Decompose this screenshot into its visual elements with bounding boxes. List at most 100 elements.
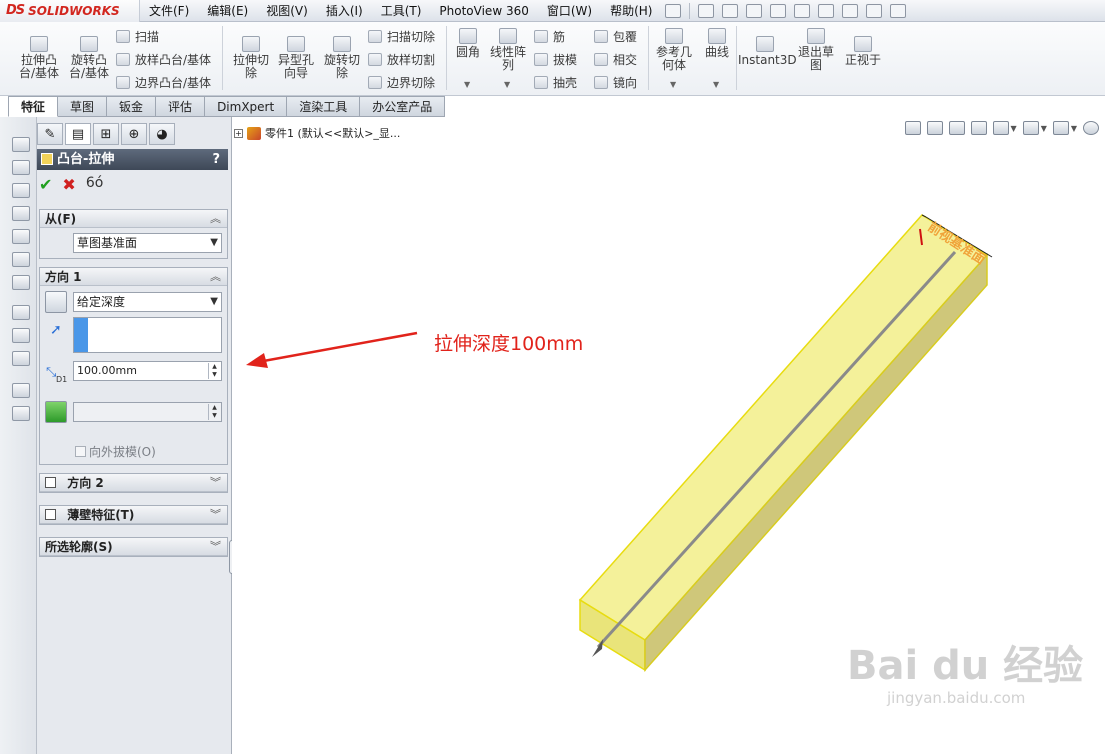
house-icon[interactable]: [12, 275, 30, 290]
loft-cut-button[interactable]: 放样切割: [368, 51, 435, 68]
open-icon[interactable]: [722, 3, 739, 18]
direction-reference-box[interactable]: [73, 317, 222, 353]
end-condition-value: 给定深度: [77, 295, 126, 309]
solidworks-logo[interactable]: DS SOLIDWORKS: [0, 0, 140, 22]
direction2-checkbox[interactable]: [45, 477, 56, 488]
direction1-group-header[interactable]: 方向 1 ︽: [40, 268, 227, 286]
spin-buttons-icon[interactable]: ▲ ▼: [208, 363, 220, 379]
feature-manager-tab-icon[interactable]: ✎: [37, 123, 63, 145]
rib-button[interactable]: 筋: [534, 28, 565, 45]
pin-icon[interactable]: [665, 3, 682, 18]
menu-photoview[interactable]: PhotoView 360: [430, 0, 537, 22]
sweep-button[interactable]: 扫描: [116, 28, 159, 45]
loft-boss-button[interactable]: 放样凸台/基体: [116, 51, 211, 68]
collapse-chevron-icon[interactable]: ︽: [210, 210, 221, 228]
options-icon[interactable]: [890, 3, 907, 18]
menu-tools[interactable]: 工具(T): [372, 0, 431, 22]
revolve-cut-button[interactable]: 旋转切除: [322, 36, 362, 80]
menu-edit[interactable]: 编辑(E): [198, 0, 257, 22]
menu-help[interactable]: 帮助(H): [601, 0, 661, 22]
selected-contours-group-title: 所选轮廓(S): [45, 540, 113, 554]
extrude-boss-button[interactable]: 拉伸凸台/基体: [16, 36, 62, 80]
detailed-preview-icon[interactable]: 6ó: [86, 175, 103, 194]
revolve-boss-button[interactable]: 旋转凸台/基体: [66, 36, 112, 80]
dimxpert-manager-tab-icon[interactable]: ⊕: [121, 123, 147, 145]
normal-to-button[interactable]: 正视于: [842, 36, 884, 67]
file-properties-icon[interactable]: [866, 3, 883, 18]
curves-dropdown-icon[interactable]: ▼: [713, 80, 719, 89]
draft-button[interactable]: 拔模: [534, 51, 577, 68]
instant3d-label: Instant3D: [738, 53, 797, 67]
cancel-x-icon[interactable]: ✖: [62, 175, 75, 194]
reverse-direction-icon[interactable]: [45, 291, 67, 313]
menu-window[interactable]: 窗口(W): [538, 0, 601, 22]
from-group-header[interactable]: 从(F) ︽: [40, 210, 227, 228]
undo-icon[interactable]: [794, 3, 811, 18]
wrap-button[interactable]: 包覆: [594, 28, 637, 45]
depth-label: D1: [56, 375, 68, 384]
select-icon[interactable]: [818, 3, 835, 18]
boundary-cut-button[interactable]: 边界切除: [368, 74, 435, 91]
reference-geometry-dropdown-icon[interactable]: ▼: [670, 80, 676, 89]
fillet-button[interactable]: 圆角: [452, 28, 484, 59]
tab-render-tools[interactable]: 渲染工具: [287, 96, 361, 117]
extrude-cut-button[interactable]: 拉伸切除: [230, 36, 272, 80]
help-button[interactable]: ?: [212, 149, 220, 170]
ok-check-icon[interactable]: ✔: [39, 175, 52, 194]
expand-chevron-icon[interactable]: ︾: [210, 474, 221, 492]
display-manager-tab-icon[interactable]: ◕: [149, 123, 175, 145]
feature-title: 凸台-拉伸: [57, 152, 115, 167]
box-icon[interactable]: [12, 206, 30, 221]
mirror-button[interactable]: 镜向: [594, 74, 637, 91]
expand-chevron-icon[interactable]: ︾: [210, 506, 221, 524]
sketch-icon[interactable]: [12, 305, 30, 320]
smart-dimension-icon[interactable]: [12, 328, 30, 343]
paste-icon[interactable]: [12, 406, 30, 421]
sweep-cut-button[interactable]: 扫描切除: [368, 28, 435, 45]
menu-view[interactable]: 视图(V): [257, 0, 317, 22]
intersect-button[interactable]: 相交: [594, 51, 637, 68]
property-manager-tab-icon[interactable]: ▤: [65, 123, 91, 145]
tab-office-products[interactable]: 办公室产品: [360, 96, 446, 117]
relations-icon[interactable]: [12, 351, 30, 366]
exit-sketch-button[interactable]: 退出草图: [796, 28, 836, 72]
instant3d-button[interactable]: Instant3D: [738, 36, 797, 67]
box-icon[interactable]: [12, 160, 30, 175]
box-icon[interactable]: [12, 229, 30, 244]
reference-geometry-button[interactable]: 参考几何体: [654, 28, 694, 72]
copy-icon[interactable]: [12, 383, 30, 398]
expand-chevron-icon[interactable]: ︾: [210, 538, 221, 556]
boundary-boss-button[interactable]: 边界凸台/基体: [116, 74, 211, 91]
new-document-icon[interactable]: [698, 3, 715, 18]
save-icon[interactable]: [746, 3, 763, 18]
thin-feature-group-header[interactable]: 薄壁特征(T) ︾: [40, 506, 227, 524]
tab-dimxpert[interactable]: DimXpert: [205, 96, 288, 117]
tab-sketch[interactable]: 草图: [58, 96, 108, 117]
start-condition-select[interactable]: 草图基准面 ▼: [73, 233, 222, 253]
depth-input[interactable]: 100.00mm ▲ ▼: [73, 361, 222, 381]
tab-sheet-metal[interactable]: 钣金: [107, 96, 157, 117]
box-icon[interactable]: [12, 252, 30, 267]
curves-button[interactable]: 曲线: [700, 28, 734, 59]
tab-evaluate[interactable]: 评估: [156, 96, 206, 117]
shell-button[interactable]: 抽壳: [534, 74, 577, 91]
print-icon[interactable]: [770, 3, 787, 18]
fillet-dropdown-icon[interactable]: ▼: [464, 80, 470, 89]
linear-pattern-dropdown-icon[interactable]: ▼: [504, 80, 510, 89]
box-icon[interactable]: [12, 137, 30, 152]
thin-feature-checkbox[interactable]: [45, 509, 56, 520]
graphics-area[interactable]: + 零件1 (默认<<默认>_显... ▼ ▼ ▼ 前视基准面 拉伸深度100m…: [232, 117, 1105, 754]
menu-insert[interactable]: 插入(I): [317, 0, 372, 22]
configuration-manager-tab-icon[interactable]: ⊞: [93, 123, 119, 145]
linear-pattern-button[interactable]: 线性阵列: [488, 28, 528, 72]
draft-on-off-icon[interactable]: [45, 401, 67, 423]
collapse-chevron-icon[interactable]: ︽: [210, 268, 221, 286]
hole-wizard-button[interactable]: 异型孔向导: [276, 36, 316, 80]
tab-features[interactable]: 特征: [8, 96, 59, 117]
box-icon[interactable]: [12, 183, 30, 198]
selected-contours-group-header[interactable]: 所选轮廓(S) ︾: [40, 538, 227, 556]
direction2-group-header[interactable]: 方向 2 ︾: [40, 474, 227, 492]
rebuild-icon[interactable]: [842, 3, 859, 18]
end-condition-select[interactable]: 给定深度 ▼: [73, 292, 222, 312]
menu-file[interactable]: 文件(F): [140, 0, 198, 22]
